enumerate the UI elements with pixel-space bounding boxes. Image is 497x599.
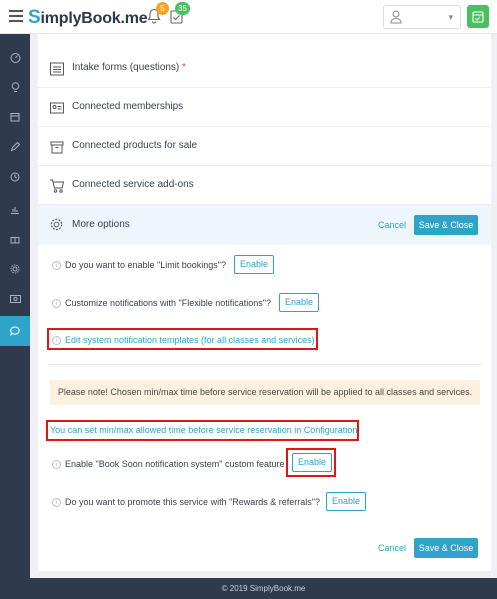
list-icon (50, 62, 64, 76)
rewards-option: i Do you want to promote this service wit… (52, 497, 320, 508)
cancel-link[interactable]: Cancel (378, 220, 406, 230)
sidebar-item-reports[interactable] (0, 194, 30, 224)
info-icon: i (52, 460, 61, 470)
chat-icon (10, 326, 20, 336)
limit-bookings-option: i Do you want to enable "Limit bookings"? (52, 260, 226, 271)
pencil-icon (10, 142, 20, 152)
edit-templates-option: i Edit system notification templates (for… (52, 335, 315, 346)
save-close-button[interactable]: Save & Close (414, 215, 478, 235)
gift-icon (10, 237, 20, 244)
top-bar: SimplyBook.me 5 35 ▾ (0, 0, 497, 34)
intake-forms-row[interactable]: Intake forms (questions) * (38, 49, 491, 88)
calendar-check-icon (472, 11, 484, 23)
sidebar-item-gifts[interactable] (0, 224, 30, 254)
money-icon (9, 295, 21, 303)
more-options-header[interactable]: More options Cancel Save & Close (38, 205, 491, 245)
sidebar-item-settings[interactable] (0, 254, 30, 284)
calendar-button[interactable] (467, 5, 489, 28)
info-icon: i (52, 498, 61, 508)
warning-note: Please note! Chosen min/max time before … (50, 380, 480, 405)
sidebar-item-dashboard[interactable] (0, 42, 30, 72)
info-icon: i (52, 299, 61, 309)
info-icon: i (52, 336, 61, 346)
settings-icon (10, 264, 20, 274)
row-label: Connected memberships (72, 101, 184, 112)
enable-limit-bookings-button[interactable]: Enable (234, 255, 274, 274)
configuration-link[interactable]: You can set min/max allowed time before … (50, 425, 357, 435)
user-icon (390, 10, 402, 24)
sidebar-item-edit[interactable] (0, 132, 30, 162)
notifications-badge: 5 (156, 2, 169, 15)
connected-products-row[interactable]: Connected products for sale (38, 127, 491, 166)
cart-icon (50, 179, 65, 193)
enable-flexible-notifications-button[interactable]: Enable (279, 293, 319, 312)
tasks-badge: 35 (175, 2, 190, 15)
edit-templates-link[interactable]: Edit system notification templates (for … (65, 335, 315, 345)
connected-memberships-row[interactable]: Connected memberships (38, 88, 491, 127)
sidebar-item-time[interactable] (0, 162, 30, 192)
row-label: Intake forms (questions) * (72, 62, 186, 73)
enable-book-soon-button[interactable]: Enable (292, 453, 332, 472)
bulb-icon (11, 81, 19, 92)
book-soon-option: i Enable "Book Soon notification system" … (52, 459, 285, 470)
user-dropdown[interactable]: ▾ (383, 5, 461, 29)
row-label: Connected service add-ons (72, 179, 194, 190)
reports-icon (11, 206, 19, 214)
sidebar-item-messages[interactable] (0, 316, 30, 346)
sidebar-item-calendar[interactable] (0, 102, 30, 132)
hamburger-menu-icon[interactable] (9, 10, 23, 22)
membership-card-icon (50, 102, 64, 114)
sidebar-item-ideas[interactable] (0, 72, 30, 102)
row-label: Connected products for sale (72, 140, 198, 151)
footer: © 2019 SimplyBook.me (30, 578, 497, 599)
info-icon: i (52, 261, 61, 271)
clock-icon (10, 172, 20, 182)
enable-rewards-button[interactable]: Enable (326, 492, 366, 511)
sidebar-item-payments[interactable] (0, 284, 30, 314)
box-icon (50, 141, 64, 154)
calendar-icon (10, 113, 20, 122)
sidebar (0, 34, 30, 599)
app-logo[interactable]: SimplyBook.me (28, 7, 148, 29)
dashboard-icon (10, 52, 20, 63)
section-divider (48, 364, 481, 365)
save-close-button-bottom[interactable]: Save & Close (414, 538, 478, 558)
connected-addons-row[interactable]: Connected service add-ons (38, 166, 491, 205)
cancel-link-bottom[interactable]: Cancel (378, 543, 406, 553)
more-options-label: More options (72, 219, 130, 230)
chevron-down-icon: ▾ (448, 12, 453, 22)
flexible-notifications-option: i Customize notifications with "Flexible … (52, 298, 271, 309)
gear-icon (50, 218, 63, 231)
service-settings-panel: Intake forms (questions) * Connected mem… (38, 34, 491, 571)
